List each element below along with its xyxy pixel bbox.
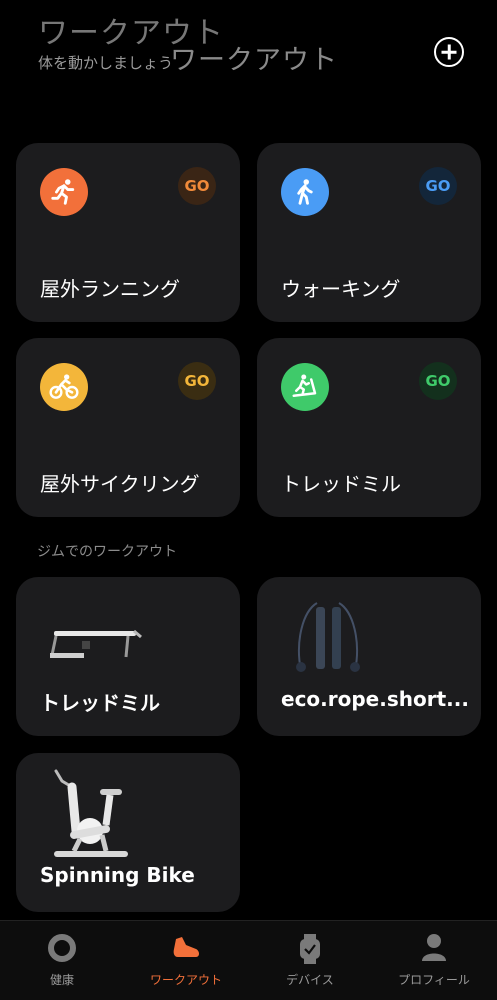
running-icon: [40, 168, 88, 216]
profile-icon: [422, 934, 446, 961]
device-label: Spinning Bike: [40, 863, 195, 887]
page-title: ワークアウト: [170, 45, 338, 76]
cycling-icon: [40, 363, 88, 411]
nav-item-workout[interactable]: ワークアウト: [124, 921, 248, 1000]
workout-card-outdoor-running[interactable]: GO 屋外ランニング: [16, 143, 240, 322]
nav-label: 健康: [49, 973, 74, 987]
workout-label: ウォーキング: [281, 277, 401, 301]
nav-item-health[interactable]: 健康: [0, 921, 124, 1000]
nav-item-devices[interactable]: デバイス: [248, 921, 372, 1000]
health-ring-icon: [48, 934, 76, 962]
add-workout-button[interactable]: [434, 37, 464, 67]
walking-icon: [281, 168, 329, 216]
page-subtitle: 体を動かしましょう: [38, 54, 174, 72]
workout-card-outdoor-cycling[interactable]: GO 屋外サイクリング: [16, 338, 240, 517]
go-button[interactable]: GO: [178, 362, 216, 400]
workout-label: 屋外サイクリング: [40, 472, 200, 496]
go-button[interactable]: GO: [178, 167, 216, 205]
gym-device-card-jump-rope[interactable]: eco.rope.short...: [257, 577, 481, 736]
workout-label: トレッドミル: [281, 472, 401, 496]
nav-label: プロフィール: [398, 973, 470, 987]
workout-card-walking[interactable]: GO ウォーキング: [257, 143, 481, 322]
exercise-bike-image: [54, 769, 128, 857]
nav-label: ワークアウト: [149, 973, 222, 987]
device-label: トレッドミル: [40, 691, 160, 715]
nav-label: デバイス: [286, 973, 334, 987]
go-button[interactable]: GO: [419, 167, 457, 205]
workout-label: 屋外ランニング: [40, 277, 180, 301]
gym-device-card-spinning-bike[interactable]: Spinning Bike: [16, 753, 240, 912]
watch-icon: [300, 934, 320, 964]
nav-item-profile[interactable]: プロフィール: [372, 921, 496, 1000]
jump-rope-image: [296, 602, 360, 672]
shoe-icon: [173, 937, 199, 957]
gym-section-label: ジムでのワークアウト: [37, 544, 177, 560]
go-button[interactable]: GO: [419, 362, 457, 400]
gym-device-card-treadmill[interactable]: トレッドミル: [16, 577, 240, 736]
device-label: eco.rope.short...: [281, 687, 469, 711]
treadmill-icon: [281, 363, 329, 411]
workout-card-treadmill[interactable]: GO トレッドミル: [257, 338, 481, 517]
treadmill-device-image: [50, 629, 142, 658]
bottom-nav: 健康 ワークアウト デバイス プロフィール: [0, 920, 497, 1000]
